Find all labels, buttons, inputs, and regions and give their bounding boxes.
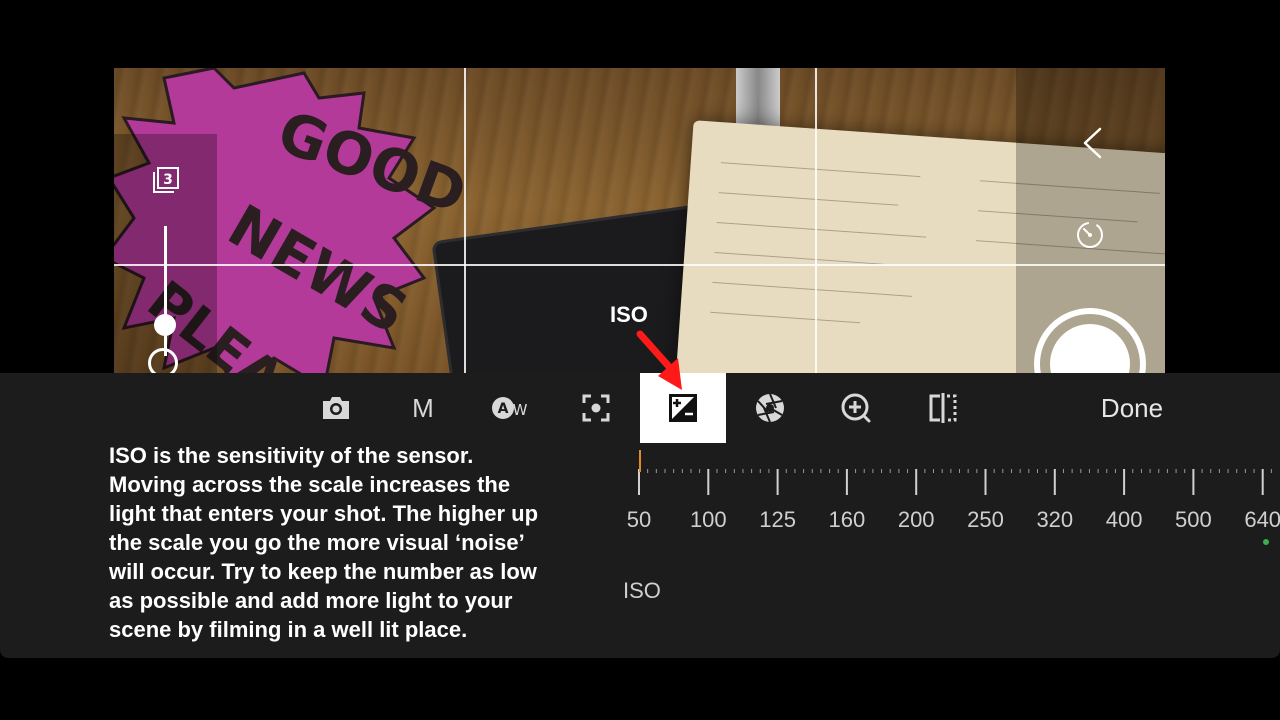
auto-white-balance-icon: A AW W	[492, 397, 528, 419]
iso-value-label: 400	[1105, 507, 1143, 532]
iso-indicator-dot	[1263, 539, 1269, 545]
zoom-ring-icon[interactable]	[148, 348, 178, 373]
iso-scale-ticks	[638, 469, 1272, 495]
grid-line-vertical-2	[815, 68, 817, 373]
zoom-tool-button[interactable]	[813, 373, 899, 443]
svg-text:W: W	[513, 401, 528, 419]
manual-mode-label: M	[412, 392, 434, 423]
compare-icon	[929, 393, 957, 423]
camera-icon	[323, 397, 349, 419]
aperture-tool-button[interactable]	[727, 373, 813, 443]
focus-tool-button[interactable]	[553, 373, 639, 443]
callout-arrow-icon	[636, 330, 682, 390]
zoom-slider-knob[interactable]	[154, 314, 176, 336]
iso-value-label: 500	[1175, 507, 1212, 532]
aperture-icon	[756, 393, 784, 423]
iso-value-label: 250	[967, 507, 1004, 532]
iso-value-label: 125	[759, 507, 796, 532]
iso-value-label: 320	[1036, 507, 1074, 532]
svg-text:A: A	[498, 401, 509, 417]
zoom-in-icon	[841, 393, 871, 423]
iso-value-label: 200	[897, 507, 935, 532]
compare-tool-button[interactable]	[900, 373, 986, 443]
iso-value-label: 50	[626, 507, 652, 532]
callout-label: ISO	[610, 302, 648, 327]
lens-switch-icon[interactable]: 3	[150, 166, 180, 196]
zoom-slider-track[interactable]	[164, 226, 167, 356]
iso-current-marker[interactable]	[639, 450, 641, 472]
grid-line-vertical-1	[464, 68, 466, 373]
iso-explanation-text: ISO is the sensitivity of the sensor. Mo…	[109, 443, 539, 642]
grid-line-horizontal	[114, 264, 1165, 266]
auto-white-balance-button[interactable]: A AW W	[467, 373, 553, 443]
iso-value-label: 160	[828, 507, 866, 532]
timer-icon[interactable]	[1075, 220, 1105, 250]
camera-tool-button[interactable]	[293, 373, 379, 443]
chevron-left-icon[interactable]	[1080, 126, 1104, 160]
iso-value-label: 100	[689, 507, 727, 532]
manual-mode-button[interactable]: M	[380, 373, 466, 443]
iso-scale-slider[interactable]: 50 100 125 160 200 250 320 400 500 640	[620, 447, 1280, 557]
mode-label: ISO	[623, 578, 661, 603]
exposure-icon	[669, 394, 697, 422]
lens-badge-number: 3	[163, 172, 173, 188]
done-button[interactable]: Done	[1080, 391, 1184, 425]
focus-icon	[582, 394, 610, 422]
iso-value-label: 640	[1244, 507, 1280, 532]
shutter-button-inner[interactable]	[1050, 324, 1130, 373]
